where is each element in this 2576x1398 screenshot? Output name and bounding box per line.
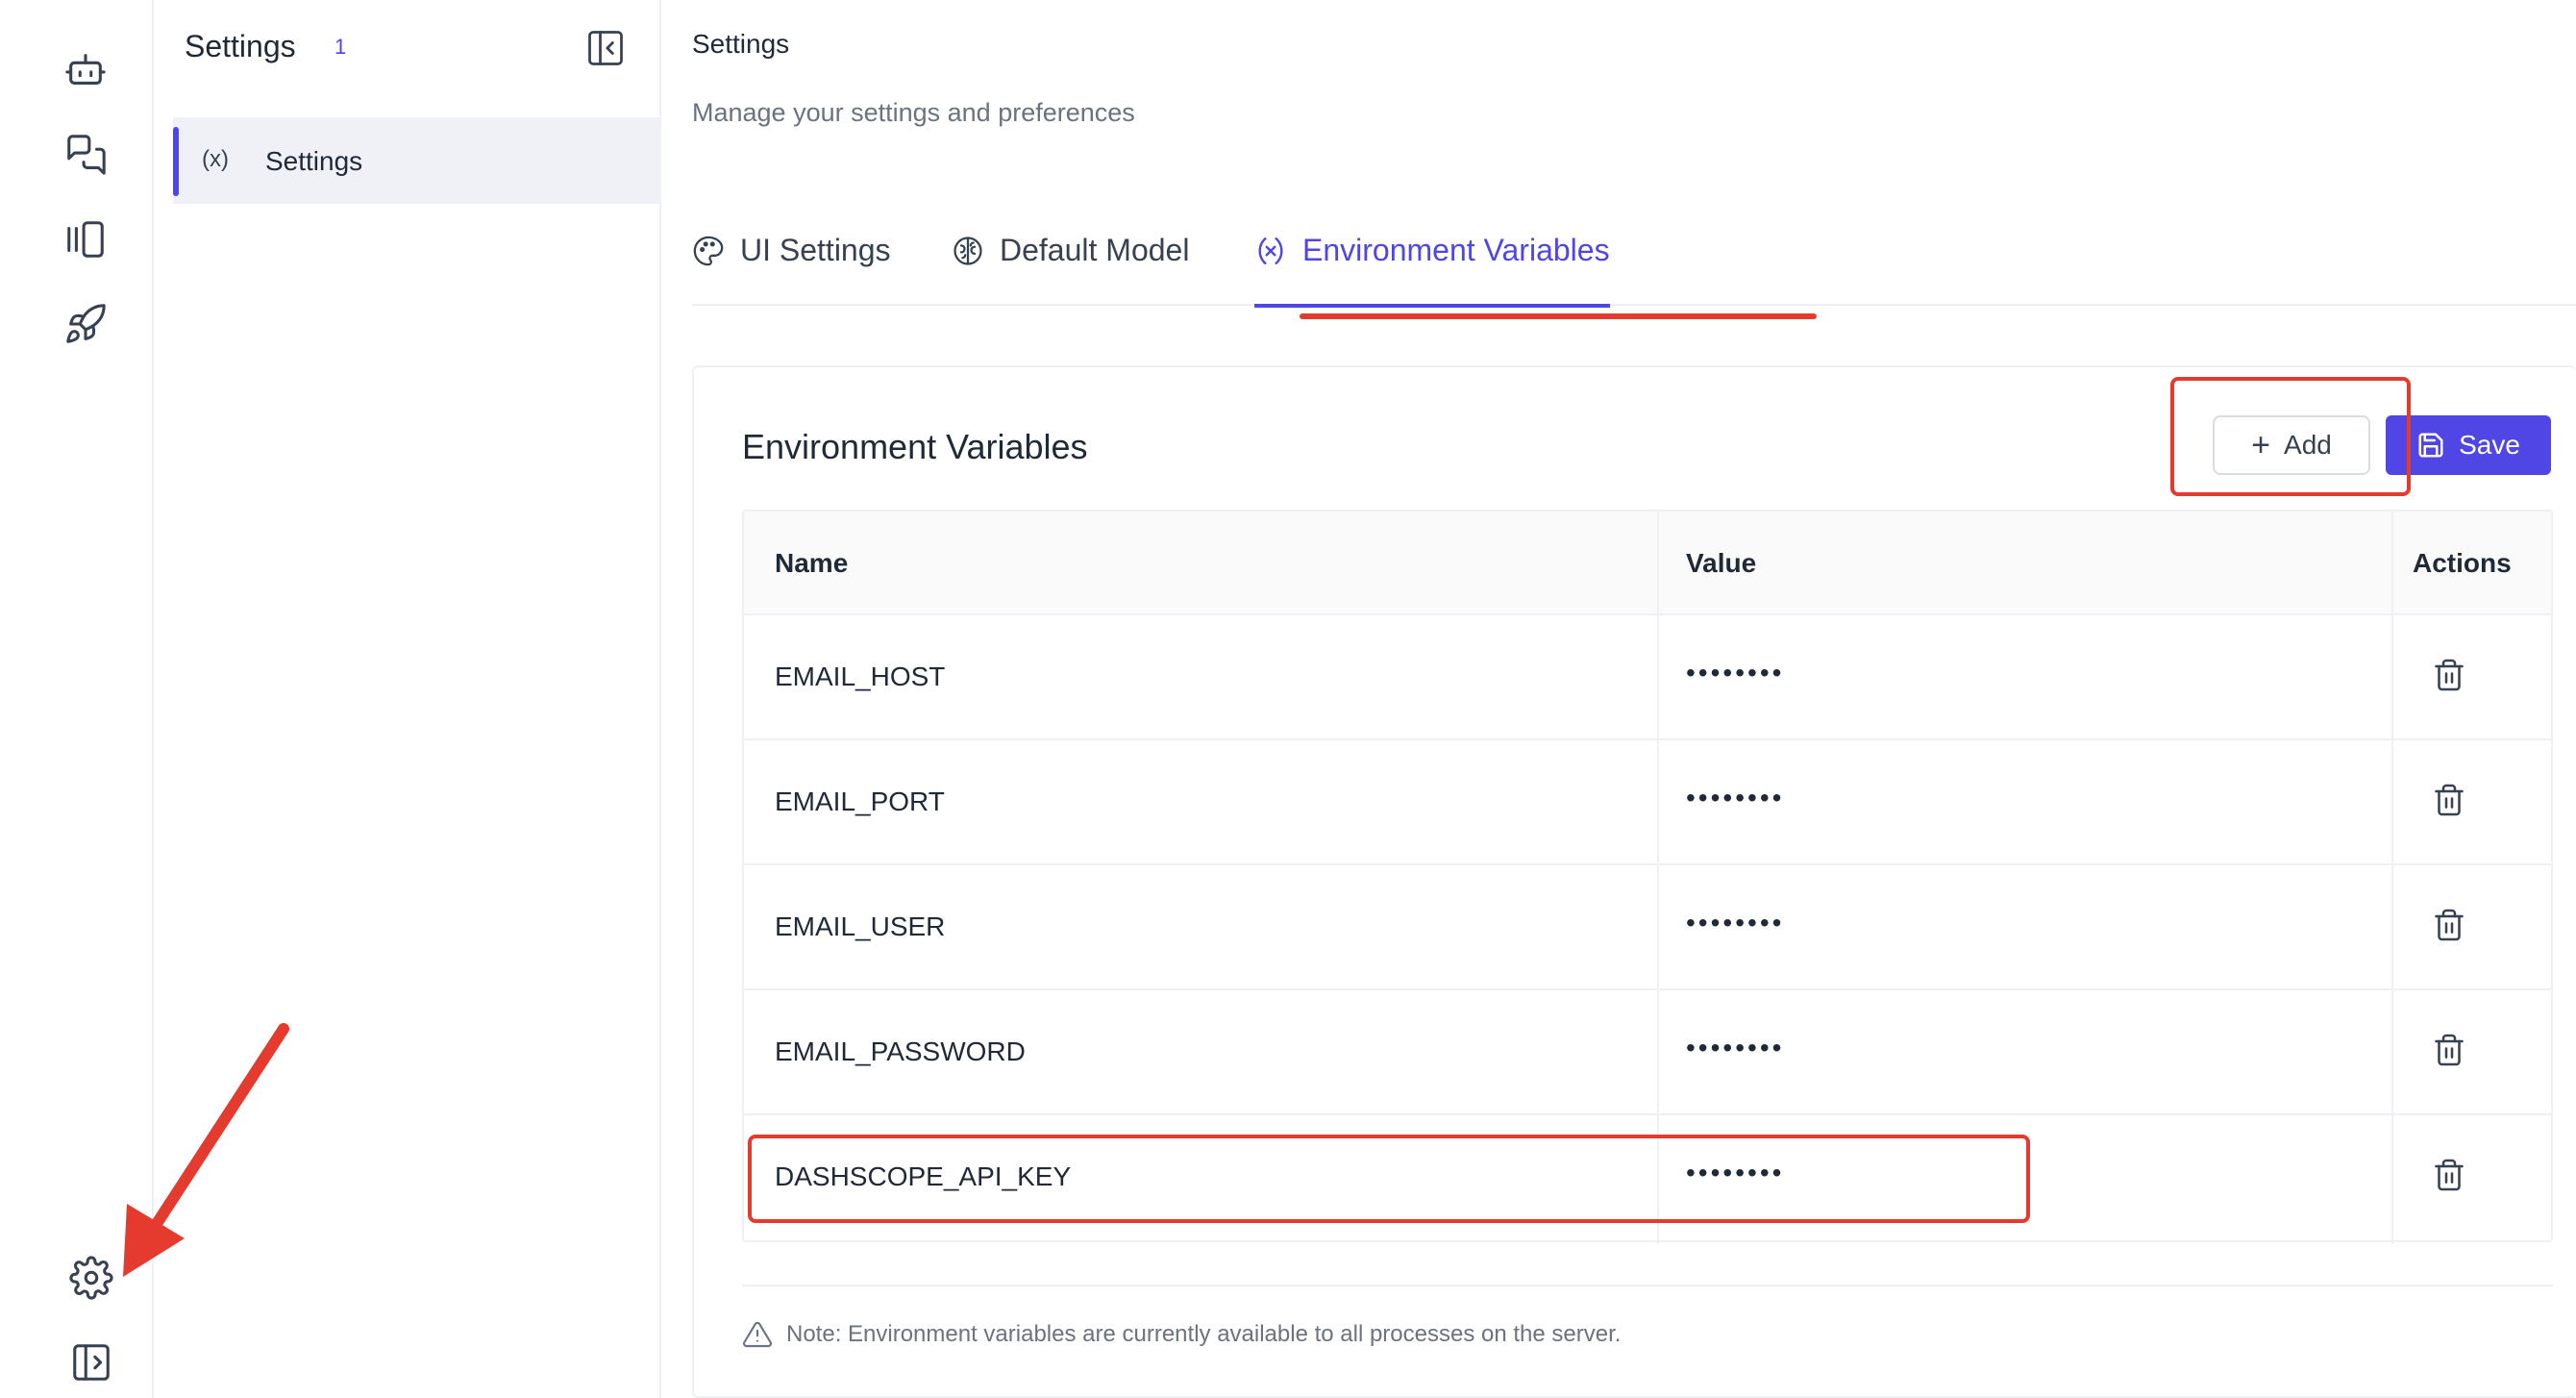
- column-header-name: Name: [775, 548, 849, 578]
- card-title: Environment Variables: [742, 427, 1088, 466]
- active-indicator: [173, 127, 179, 196]
- variable-name: EMAIL_HOST: [775, 662, 946, 691]
- variable-name: EMAIL_PORT: [775, 786, 945, 816]
- env-variables-card: Environment Variables + Add Save Name Va…: [692, 365, 2576, 1398]
- annotation-underline: [1300, 313, 1817, 319]
- sidebar-item-settings[interactable]: (x) Settings: [173, 117, 661, 204]
- settings-sidebar: Settings 1 (x) Settings: [154, 0, 661, 1398]
- env-note: Note: Environment variables are currentl…: [742, 1319, 1621, 1350]
- add-button[interactable]: + Add: [2213, 415, 2370, 475]
- settings-tabs: UI Settings Default Model Environment Va…: [692, 221, 2576, 308]
- page-subtitle: Manage your settings and preferences: [692, 98, 1135, 127]
- tab-label: Default Model: [1000, 233, 1190, 267]
- variable-value: ••••••••: [1686, 1158, 1785, 1187]
- variable-icon: (x): [202, 146, 229, 172]
- column-header-value: Value: [1686, 548, 1757, 578]
- chat-icon[interactable]: [58, 127, 113, 183]
- table-row: EMAIL_PORT ••••••••: [744, 740, 2551, 865]
- save-icon: [2418, 433, 2443, 458]
- main-content: Settings Manage your settings and prefer…: [663, 0, 2576, 1398]
- tab-environment-variables[interactable]: Environment Variables: [1254, 221, 1610, 308]
- library-icon[interactable]: [58, 212, 113, 267]
- icon-rail: [0, 0, 154, 1398]
- note-text: Note: Environment variables are currentl…: [786, 1321, 1622, 1347]
- palette-icon: [693, 236, 724, 266]
- plus-icon: +: [2251, 427, 2271, 463]
- sidebar-expand-icon[interactable]: [63, 1335, 119, 1390]
- table-header: Name Value Actions: [744, 512, 2551, 615]
- sidebar-count-badge: 1: [334, 35, 347, 59]
- variable-value: ••••••••: [1686, 783, 1785, 812]
- variable-name: EMAIL_PASSWORD: [775, 1036, 1026, 1066]
- tab-ui-settings[interactable]: UI Settings: [692, 221, 891, 306]
- trash-icon[interactable]: [2432, 908, 2466, 942]
- add-button-label: Add: [2284, 430, 2332, 460]
- tab-label: Environment Variables: [1302, 233, 1610, 267]
- bot-icon[interactable]: [58, 42, 113, 98]
- save-button[interactable]: Save: [2386, 415, 2551, 475]
- table-row: EMAIL_PASSWORD ••••••••: [744, 990, 2551, 1115]
- tab-label: UI Settings: [740, 233, 891, 267]
- brain-icon: [954, 237, 982, 265]
- trash-icon[interactable]: [2432, 658, 2466, 692]
- table-row: DASHSCOPE_API_KEY ••••••••: [744, 1115, 2551, 1240]
- sidebar-title: Settings: [185, 29, 296, 63]
- tab-default-model[interactable]: Default Model: [952, 221, 1189, 306]
- warning-icon: [742, 1321, 773, 1348]
- table-row: EMAIL_HOST ••••••••: [744, 615, 2551, 740]
- column-header-actions: Actions: [2413, 548, 2512, 578]
- env-variables-table: Name Value Actions EMAIL_HOST •••••••• E…: [742, 510, 2553, 1244]
- divider: [742, 1285, 2553, 1286]
- variable-value: ••••••••: [1686, 1033, 1785, 1062]
- sidebar-item-label: Settings: [265, 146, 363, 176]
- rocket-icon[interactable]: [58, 296, 113, 352]
- app-root: Settings 1 (x) Settings Settings Manage …: [0, 0, 2576, 1398]
- trash-icon[interactable]: [2432, 783, 2466, 817]
- gear-icon[interactable]: [63, 1250, 119, 1306]
- table-row: EMAIL_USER ••••••••: [744, 865, 2551, 990]
- page-title: Settings: [692, 29, 790, 59]
- save-button-label: Save: [2459, 430, 2520, 460]
- variable-name: EMAIL_USER: [775, 911, 946, 941]
- sidebar-collapse-icon[interactable]: [584, 27, 627, 69]
- variable-value: ••••••••: [1686, 908, 1785, 937]
- variable-icon: [1258, 237, 1283, 264]
- variable-value: ••••••••: [1686, 658, 1785, 687]
- trash-icon[interactable]: [2432, 1033, 2466, 1067]
- trash-icon[interactable]: [2432, 1158, 2466, 1192]
- variable-name: DASHSCOPE_API_KEY: [775, 1161, 1072, 1191]
